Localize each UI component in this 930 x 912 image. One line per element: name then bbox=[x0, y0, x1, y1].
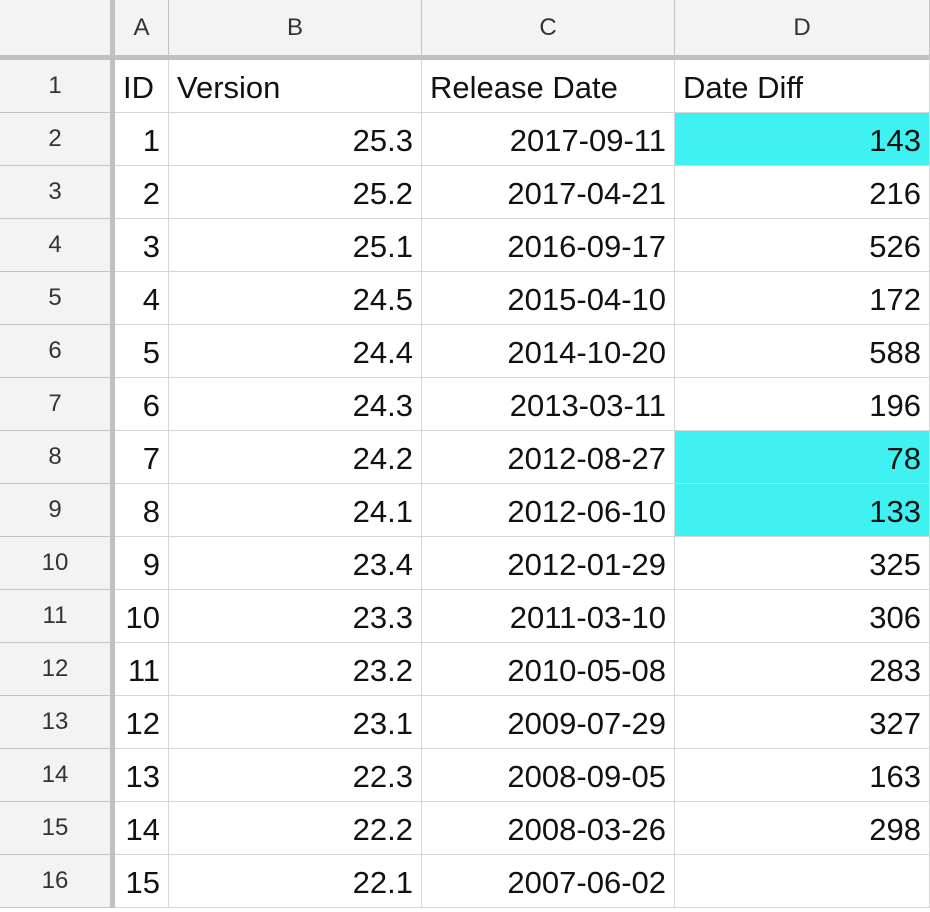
row-header-7[interactable]: 7 bbox=[0, 378, 115, 431]
cell-c9[interactable]: 2012-06-10 bbox=[422, 484, 675, 537]
row-header-10[interactable]: 10 bbox=[0, 537, 115, 590]
cell-a2[interactable]: 1 bbox=[115, 113, 169, 166]
cell-d6[interactable]: 588 bbox=[675, 325, 930, 378]
row-header-9[interactable]: 9 bbox=[0, 484, 115, 537]
cell-d1[interactable]: Date Diff bbox=[675, 60, 930, 113]
cell-b10[interactable]: 23.4 bbox=[169, 537, 422, 590]
cell-c1[interactable]: Release Date bbox=[422, 60, 675, 113]
cell-c16[interactable]: 2007-06-02 bbox=[422, 855, 675, 908]
cell-b4[interactable]: 25.1 bbox=[169, 219, 422, 272]
cell-b14[interactable]: 22.3 bbox=[169, 749, 422, 802]
cell-d9[interactable]: 133 bbox=[675, 484, 930, 537]
cell-a7[interactable]: 6 bbox=[115, 378, 169, 431]
cell-a16[interactable]: 15 bbox=[115, 855, 169, 908]
cell-b1[interactable]: Version bbox=[169, 60, 422, 113]
cell-b11[interactable]: 23.3 bbox=[169, 590, 422, 643]
row-header-15[interactable]: 15 bbox=[0, 802, 115, 855]
column-header-a[interactable]: A bbox=[115, 0, 169, 60]
column-header-c[interactable]: C bbox=[422, 0, 675, 60]
cell-b7[interactable]: 24.3 bbox=[169, 378, 422, 431]
row-header-6[interactable]: 6 bbox=[0, 325, 115, 378]
row-header-14[interactable]: 14 bbox=[0, 749, 115, 802]
cell-d12[interactable]: 283 bbox=[675, 643, 930, 696]
cell-c7[interactable]: 2013-03-11 bbox=[422, 378, 675, 431]
column-header-d[interactable]: D bbox=[675, 0, 930, 60]
cell-d14[interactable]: 163 bbox=[675, 749, 930, 802]
cell-a12[interactable]: 11 bbox=[115, 643, 169, 696]
cell-c13[interactable]: 2009-07-29 bbox=[422, 696, 675, 749]
cell-b8[interactable]: 24.2 bbox=[169, 431, 422, 484]
cell-a1[interactable]: ID bbox=[115, 60, 169, 113]
cell-a6[interactable]: 5 bbox=[115, 325, 169, 378]
column-header-b[interactable]: B bbox=[169, 0, 422, 60]
row-header-1[interactable]: 1 bbox=[0, 60, 115, 113]
cell-d15[interactable]: 298 bbox=[675, 802, 930, 855]
cell-b13[interactable]: 23.1 bbox=[169, 696, 422, 749]
row-header-12[interactable]: 12 bbox=[0, 643, 115, 696]
cell-d4[interactable]: 526 bbox=[675, 219, 930, 272]
cell-b2[interactable]: 25.3 bbox=[169, 113, 422, 166]
cell-d13[interactable]: 327 bbox=[675, 696, 930, 749]
cell-d3[interactable]: 216 bbox=[675, 166, 930, 219]
row-header-16[interactable]: 16 bbox=[0, 855, 115, 908]
cell-a4[interactable]: 3 bbox=[115, 219, 169, 272]
cell-a9[interactable]: 8 bbox=[115, 484, 169, 537]
cell-d11[interactable]: 306 bbox=[675, 590, 930, 643]
cell-c6[interactable]: 2014-10-20 bbox=[422, 325, 675, 378]
cell-c12[interactable]: 2010-05-08 bbox=[422, 643, 675, 696]
cell-a5[interactable]: 4 bbox=[115, 272, 169, 325]
cell-c3[interactable]: 2017-04-21 bbox=[422, 166, 675, 219]
cell-grid: A B C D 1 ID Version Release Date Date D… bbox=[0, 0, 930, 908]
cell-c5[interactable]: 2015-04-10 bbox=[422, 272, 675, 325]
cell-d7[interactable]: 196 bbox=[675, 378, 930, 431]
cell-d8[interactable]: 78 bbox=[675, 431, 930, 484]
cell-a13[interactable]: 12 bbox=[115, 696, 169, 749]
cell-b9[interactable]: 24.1 bbox=[169, 484, 422, 537]
cell-c4[interactable]: 2016-09-17 bbox=[422, 219, 675, 272]
cell-d2[interactable]: 143 bbox=[675, 113, 930, 166]
cell-b16[interactable]: 22.1 bbox=[169, 855, 422, 908]
cell-b3[interactable]: 25.2 bbox=[169, 166, 422, 219]
cell-a3[interactable]: 2 bbox=[115, 166, 169, 219]
cell-c8[interactable]: 2012-08-27 bbox=[422, 431, 675, 484]
select-all-corner[interactable] bbox=[0, 0, 115, 60]
cell-d16[interactable] bbox=[675, 855, 930, 908]
cell-d10[interactable]: 325 bbox=[675, 537, 930, 590]
cell-c2[interactable]: 2017-09-11 bbox=[422, 113, 675, 166]
cell-d5[interactable]: 172 bbox=[675, 272, 930, 325]
row-header-4[interactable]: 4 bbox=[0, 219, 115, 272]
cell-a11[interactable]: 10 bbox=[115, 590, 169, 643]
row-header-2[interactable]: 2 bbox=[0, 113, 115, 166]
row-header-13[interactable]: 13 bbox=[0, 696, 115, 749]
row-header-3[interactable]: 3 bbox=[0, 166, 115, 219]
cell-c15[interactable]: 2008-03-26 bbox=[422, 802, 675, 855]
row-header-8[interactable]: 8 bbox=[0, 431, 115, 484]
spreadsheet: A B C D 1 ID Version Release Date Date D… bbox=[0, 0, 930, 912]
cell-b15[interactable]: 22.2 bbox=[169, 802, 422, 855]
cell-a14[interactable]: 13 bbox=[115, 749, 169, 802]
cell-c11[interactable]: 2011-03-10 bbox=[422, 590, 675, 643]
cell-b5[interactable]: 24.5 bbox=[169, 272, 422, 325]
cell-a10[interactable]: 9 bbox=[115, 537, 169, 590]
cell-a8[interactable]: 7 bbox=[115, 431, 169, 484]
row-header-11[interactable]: 11 bbox=[0, 590, 115, 643]
row-header-5[interactable]: 5 bbox=[0, 272, 115, 325]
cell-c14[interactable]: 2008-09-05 bbox=[422, 749, 675, 802]
cell-a15[interactable]: 14 bbox=[115, 802, 169, 855]
cell-c10[interactable]: 2012-01-29 bbox=[422, 537, 675, 590]
cell-b6[interactable]: 24.4 bbox=[169, 325, 422, 378]
cell-b12[interactable]: 23.2 bbox=[169, 643, 422, 696]
